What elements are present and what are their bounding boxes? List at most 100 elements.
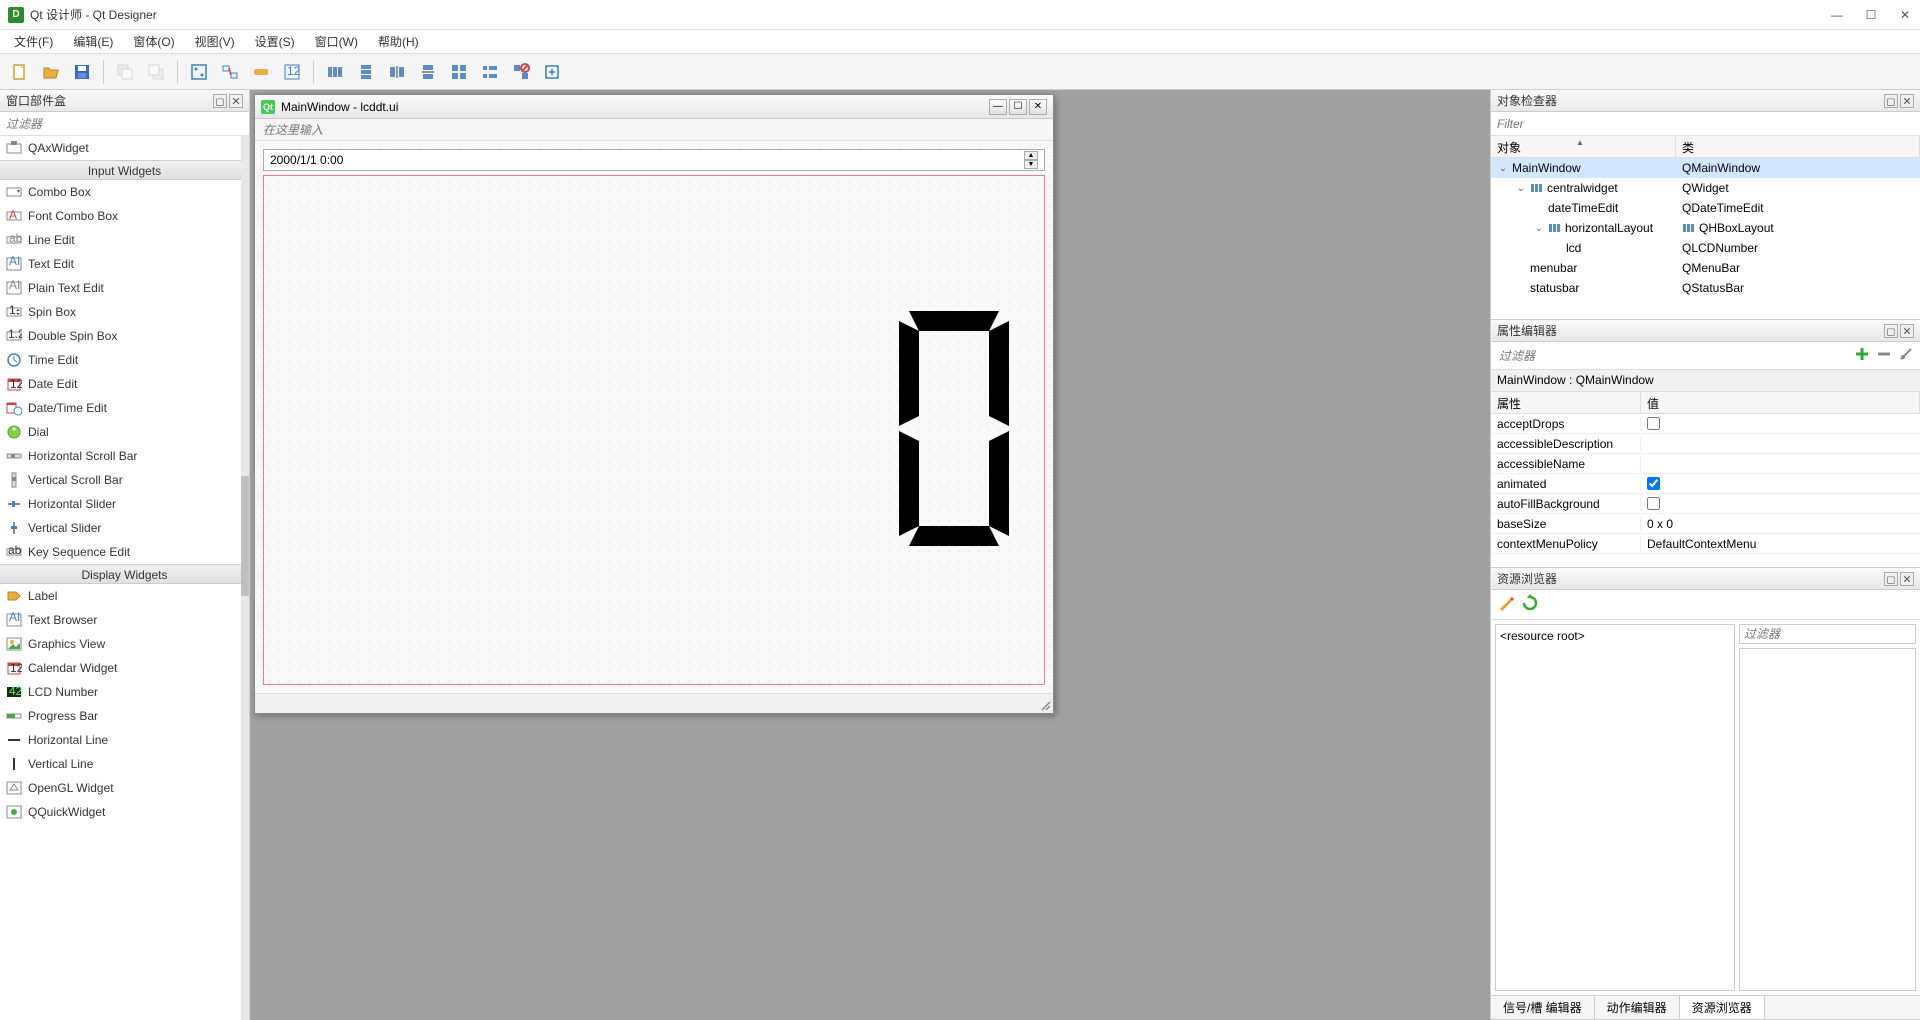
widget-item[interactable]: QQuickWidget bbox=[0, 800, 249, 824]
bottom-tab[interactable]: 动作编辑器 bbox=[1595, 996, 1680, 1019]
close-icon[interactable]: ✕ bbox=[229, 94, 243, 108]
property-col-name[interactable]: 属性 bbox=[1491, 392, 1641, 413]
widget-item[interactable]: abLine Edit bbox=[0, 228, 249, 252]
save-file-button[interactable] bbox=[68, 58, 96, 86]
object-tree-col-class[interactable]: 类 bbox=[1676, 136, 1920, 157]
property-row[interactable]: accessibleName bbox=[1491, 454, 1920, 474]
widget-item[interactable]: Date/Time Edit bbox=[0, 396, 249, 420]
widget-box-filter-input[interactable] bbox=[0, 112, 249, 135]
edit-resource-button[interactable] bbox=[1497, 594, 1515, 615]
new-file-button[interactable] bbox=[6, 58, 34, 86]
maximize-button[interactable]: ☐ bbox=[1864, 8, 1878, 22]
widget-item[interactable]: Combo Box bbox=[0, 180, 249, 204]
break-layout-button[interactable] bbox=[507, 58, 535, 86]
menu-item[interactable]: 视图(V) bbox=[185, 31, 245, 52]
widget-item[interactable]: Vertical Scroll Bar bbox=[0, 468, 249, 492]
widget-item[interactable]: abcKey Sequence Edit bbox=[0, 540, 249, 564]
design-maximize-button[interactable]: ☐ bbox=[1009, 99, 1027, 115]
widget-item[interactable]: Progress Bar bbox=[0, 704, 249, 728]
widget-box-scroll-thumb[interactable] bbox=[241, 476, 249, 596]
restore-icon[interactable]: ◻ bbox=[1884, 572, 1898, 586]
widget-item[interactable]: AIText Browser bbox=[0, 608, 249, 632]
menu-item[interactable]: 帮助(H) bbox=[368, 31, 429, 52]
resource-root-item[interactable]: <resource root> bbox=[1500, 629, 1730, 643]
widget-item[interactable]: 12Calendar Widget bbox=[0, 656, 249, 680]
widget-box-list[interactable]: QAxWidget Input Widgets Combo BoxAFont C… bbox=[0, 136, 249, 1020]
design-central-widget[interactable]: 2000/1/1 0:00 ▲▼ bbox=[255, 141, 1053, 693]
layout-form-button[interactable] bbox=[476, 58, 504, 86]
tree-expand-icon[interactable]: ⌄ bbox=[1533, 223, 1545, 234]
property-row[interactable]: accessibleDescription bbox=[1491, 434, 1920, 454]
widget-item[interactable]: Vertical Line bbox=[0, 752, 249, 776]
resource-filter-input[interactable] bbox=[1739, 624, 1916, 644]
edit-tab-order-button[interactable]: 12 bbox=[278, 58, 306, 86]
restore-icon[interactable]: ◻ bbox=[1884, 94, 1898, 108]
resize-grip-icon[interactable] bbox=[1039, 699, 1051, 711]
resource-tree[interactable]: <resource root> bbox=[1495, 624, 1735, 991]
widget-category-display[interactable]: Display Widgets bbox=[0, 564, 249, 584]
widget-item[interactable]: Horizontal Slider bbox=[0, 492, 249, 516]
property-row[interactable]: acceptDrops bbox=[1491, 414, 1920, 434]
datetime-spinner[interactable]: ▲▼ bbox=[1024, 151, 1038, 169]
object-tree-row[interactable]: ⌄MainWindowQMainWindow bbox=[1491, 158, 1920, 178]
add-property-button[interactable] bbox=[1852, 346, 1872, 366]
widget-item[interactable]: 42LCD Number bbox=[0, 680, 249, 704]
datetime-edit[interactable]: 2000/1/1 0:00 ▲▼ bbox=[263, 149, 1045, 171]
menu-item[interactable]: 编辑(E) bbox=[63, 31, 123, 52]
layout-grid-button[interactable] bbox=[445, 58, 473, 86]
layout-vertical-button[interactable] bbox=[352, 58, 380, 86]
object-tree-row[interactable]: statusbarQStatusBar bbox=[1491, 278, 1920, 298]
property-table[interactable]: 属性 值 acceptDropsaccessibleDescriptionacc… bbox=[1491, 392, 1920, 567]
menu-item[interactable]: 文件(F) bbox=[4, 31, 63, 52]
menu-item[interactable]: 设置(S) bbox=[245, 31, 305, 52]
property-row[interactable]: autoFillBackground bbox=[1491, 494, 1920, 514]
adjust-size-button[interactable] bbox=[538, 58, 566, 86]
property-row[interactable]: contextMenuPolicyDefaultContextMenu bbox=[1491, 534, 1920, 554]
spin-down-icon[interactable]: ▼ bbox=[1024, 160, 1038, 169]
design-menubar-input[interactable] bbox=[255, 119, 1053, 140]
tree-expand-icon[interactable]: ⌄ bbox=[1515, 183, 1527, 194]
object-tree-row[interactable]: ⌄centralwidgetQWidget bbox=[1491, 178, 1920, 198]
horizontal-layout[interactable] bbox=[263, 175, 1045, 685]
close-icon[interactable]: ✕ bbox=[1900, 572, 1914, 586]
property-col-value[interactable]: 值 bbox=[1641, 392, 1920, 413]
widget-item[interactable]: 1.2Double Spin Box bbox=[0, 324, 249, 348]
widget-item[interactable]: OpenGL Widget bbox=[0, 776, 249, 800]
widget-item[interactable]: QAxWidget bbox=[0, 136, 249, 160]
object-tree[interactable]: 对象 类 ▲ ⌄MainWindowQMainWindow⌄centralwid… bbox=[1491, 136, 1920, 319]
bottom-tab[interactable]: 信号/槽 编辑器 bbox=[1491, 996, 1595, 1019]
lcd-number[interactable] bbox=[894, 306, 1014, 551]
reload-resource-button[interactable] bbox=[1521, 594, 1539, 615]
object-tree-row[interactable]: lcdQLCDNumber bbox=[1491, 238, 1920, 258]
open-file-button[interactable] bbox=[37, 58, 65, 86]
widget-item[interactable]: 1Spin Box bbox=[0, 300, 249, 324]
object-tree-row[interactable]: menubarQMenuBar bbox=[1491, 258, 1920, 278]
widget-category-input[interactable]: Input Widgets bbox=[0, 160, 249, 180]
design-window[interactable]: Qt MainWindow - lcddt.ui — ☐ ✕ 2000/1/1 … bbox=[254, 94, 1054, 714]
settings-button[interactable] bbox=[1896, 346, 1916, 366]
widget-item[interactable]: AIPlain Text Edit bbox=[0, 276, 249, 300]
widget-item[interactable]: AIText Edit bbox=[0, 252, 249, 276]
widget-item[interactable]: Horizontal Line bbox=[0, 728, 249, 752]
property-filter-input[interactable] bbox=[1495, 342, 1850, 369]
design-close-button[interactable]: ✕ bbox=[1029, 99, 1047, 115]
spin-up-icon[interactable]: ▲ bbox=[1024, 151, 1038, 160]
close-icon[interactable]: ✕ bbox=[1900, 324, 1914, 338]
widget-item[interactable]: Vertical Slider bbox=[0, 516, 249, 540]
widget-item[interactable]: Graphics View bbox=[0, 632, 249, 656]
layout-horizontal-button[interactable] bbox=[321, 58, 349, 86]
property-row[interactable]: animated bbox=[1491, 474, 1920, 494]
widget-item[interactable]: 12Date Edit bbox=[0, 372, 249, 396]
layout-horiz-splitter-button[interactable] bbox=[383, 58, 411, 86]
object-tree-row[interactable]: dateTimeEditQDateTimeEdit bbox=[1491, 198, 1920, 218]
close-button[interactable]: ✕ bbox=[1898, 8, 1912, 22]
design-minimize-button[interactable]: — bbox=[989, 99, 1007, 115]
menu-item[interactable]: 窗口(W) bbox=[305, 31, 368, 52]
property-checkbox[interactable] bbox=[1647, 477, 1660, 490]
bottom-tab[interactable]: 资源浏览器 bbox=[1680, 996, 1765, 1019]
widget-item[interactable]: Horizontal Scroll Bar bbox=[0, 444, 249, 468]
object-inspector-filter-input[interactable] bbox=[1491, 112, 1920, 135]
property-checkbox[interactable] bbox=[1647, 417, 1660, 430]
layout-vert-splitter-button[interactable] bbox=[414, 58, 442, 86]
widget-item[interactable]: Label bbox=[0, 584, 249, 608]
